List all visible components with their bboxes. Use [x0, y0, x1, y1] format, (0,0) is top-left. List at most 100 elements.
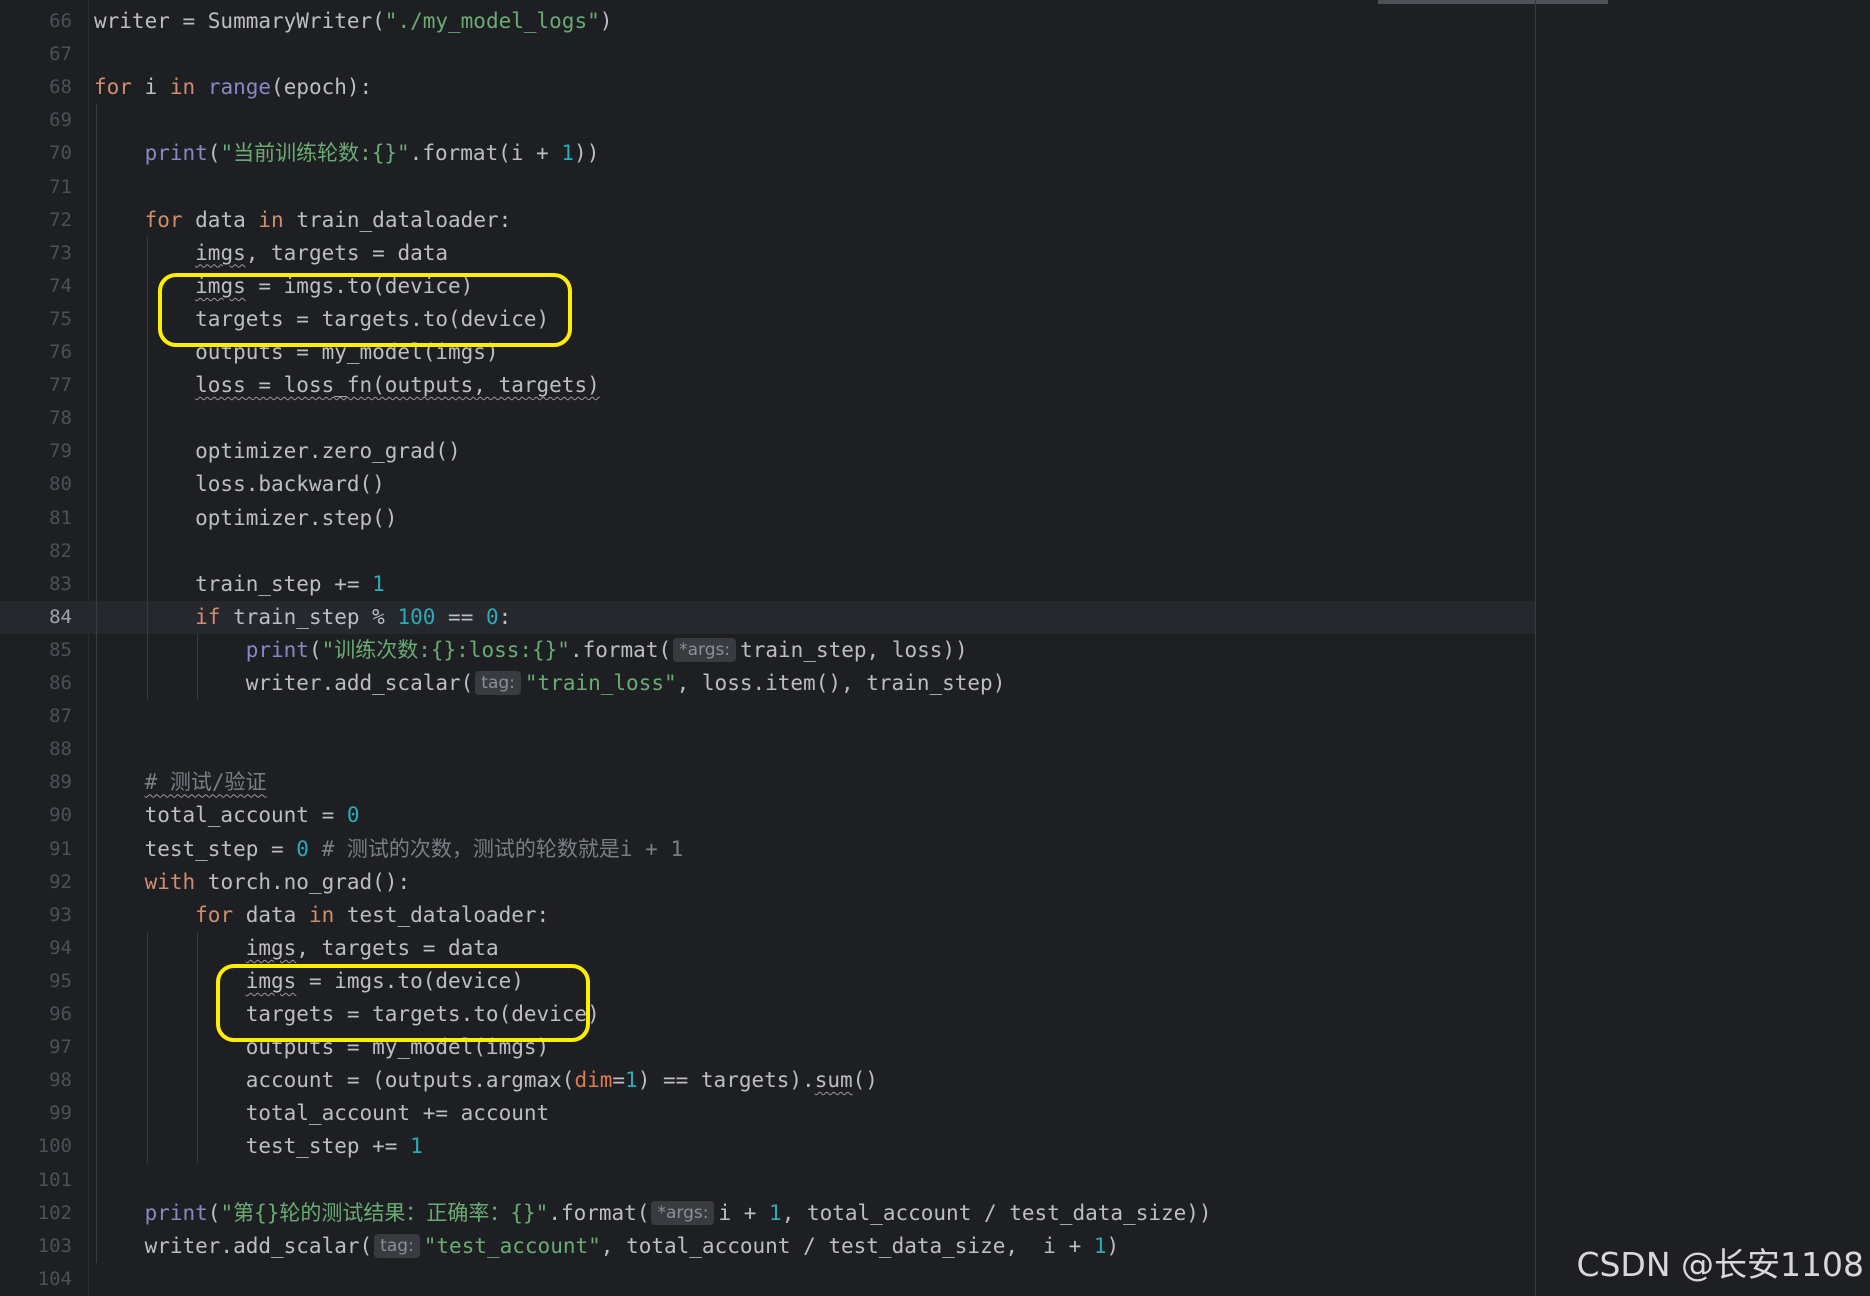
code-token: train_step % [220, 604, 398, 629]
code-token: outputs = my_model(imgs) [94, 340, 499, 364]
code-token: "./my_model_logs" [384, 9, 600, 33]
code-line[interactable]: targets = targets.to(device) [94, 303, 549, 336]
code-token: ) == targets). [637, 1068, 815, 1093]
line-number: 72 [49, 208, 72, 231]
indent-guide-line [146, 931, 148, 1164]
line-number: 102 [37, 1201, 72, 1224]
code-line[interactable]: test_step += 1 [94, 1130, 423, 1163]
code-token: for [94, 75, 132, 100]
code-token: 1 [1093, 1233, 1107, 1258]
line-number: 93 [49, 903, 72, 926]
code-line[interactable]: train_step += 1 [94, 568, 385, 601]
code-line[interactable]: loss.backward() [94, 468, 385, 501]
code-line[interactable]: targets = targets.to(device) [94, 998, 600, 1031]
code-editor[interactable]: 66 67 68 69 70 71 72 73 74 75 76 77 78 79 80 81 82 83 84 85… [0, 0, 1870, 1296]
code-token: print [245, 637, 309, 662]
code-line[interactable]: print("当前训练轮数:{}".format(i + 1)) [94, 137, 600, 170]
line-number: 104 [37, 1267, 72, 1290]
line-number: 92 [49, 870, 72, 893]
code-token: targets = targets.to(device) [94, 306, 550, 331]
line-number: 78 [49, 407, 72, 430]
code-line[interactable]: with torch.no_grad(): [94, 866, 411, 899]
line-number: 84 [49, 605, 72, 628]
code-token: writer.add_scalar( [94, 1233, 373, 1258]
code-line[interactable]: outputs = my_model(imgs) [94, 336, 499, 369]
code-token: ( [308, 637, 322, 662]
line-number: 68 [49, 76, 72, 99]
code-token: "train_loss" [524, 671, 677, 695]
code-line[interactable]: # 测试/验证 [94, 766, 267, 799]
code-line[interactable]: account = (outputs.argmax(dim=1) == targ… [94, 1064, 878, 1097]
code-line[interactable]: loss = loss_fn(outputs, targets) [94, 369, 600, 402]
code-token: , total_account / test_data_size)) [781, 1200, 1212, 1225]
code-line[interactable]: test_step = 0 # 测试的次数，测试的轮数就是i + 1 [94, 833, 684, 866]
line-number: 67 [49, 43, 72, 66]
code-line[interactable]: total_account = 0 [94, 799, 360, 832]
code-token: , targets = data [245, 240, 449, 265]
code-token: optimizer.step() [94, 505, 398, 530]
code-token: ) [1106, 1233, 1120, 1258]
code-token: = imgs.to(device) [296, 968, 524, 993]
line-number: 83 [49, 572, 72, 595]
code-line[interactable]: optimizer.zero_grad() [94, 435, 461, 468]
code-line[interactable]: outputs = my_model(imgs) [94, 1031, 549, 1064]
code-line[interactable]: for i in range(epoch): [94, 71, 372, 104]
parameter-hint: tag: [374, 1233, 420, 1258]
code-token: in [308, 902, 335, 927]
code-line[interactable]: print("第{}轮的测试结果：正确率：{}".format(*args: i … [94, 1197, 1212, 1230]
line-number: 91 [49, 837, 72, 860]
code-token: 0 [346, 803, 360, 828]
code-token: "训练次数:{}:loss:{}" [321, 637, 570, 662]
code-line[interactable]: writer = SummaryWriter("./my_model_logs"… [94, 5, 612, 38]
code-line[interactable]: writer.add_scalar(tag: "train_loss", loss… [94, 667, 1005, 700]
line-number: 90 [49, 804, 72, 827]
code-token: writer.add_scalar( [94, 671, 474, 695]
code-line[interactable]: imgs = imgs.to(device) [94, 270, 473, 303]
line-number: 73 [49, 241, 72, 264]
code-token: # 测试/验证 [144, 770, 267, 795]
code-token: total_account += account [94, 1101, 550, 1126]
line-number: 88 [49, 738, 72, 761]
code-line[interactable]: imgs = imgs.to(device) [94, 965, 524, 998]
indent-guide-line [197, 931, 199, 1164]
horizontal-scrollbar-thumb[interactable] [1378, 0, 1608, 4]
code-line[interactable]: if train_step % 100 == 0: [94, 601, 511, 634]
code-line[interactable]: total_account += account [94, 1097, 549, 1130]
code-token: = [612, 1068, 626, 1093]
code-token: , targets = data [296, 935, 499, 960]
code-token: (epoch): [271, 75, 373, 100]
code-token: writer = SummaryWriter( [94, 9, 385, 33]
code-token: () [852, 1068, 878, 1093]
code-line[interactable]: print("训练次数:{}:loss:{}".format(*args: tra… [94, 634, 968, 667]
code-line[interactable]: optimizer.step() [94, 502, 397, 535]
code-token: print [144, 141, 208, 166]
code-token: in [258, 207, 284, 232]
code-token: imgs [195, 273, 246, 298]
code-token: .format(i + [409, 141, 562, 166]
code-token: 1 [372, 571, 385, 596]
line-number: 66 [49, 10, 72, 32]
code-line[interactable]: imgs, targets = data [94, 932, 499, 965]
gutter-separator [88, 0, 89, 1296]
line-number: 94 [49, 936, 72, 959]
code-line[interactable]: for data in train_dataloader: [94, 204, 512, 237]
line-number: 97 [49, 1036, 72, 1059]
code-token: if [195, 604, 221, 629]
line-number: 85 [49, 638, 72, 661]
code-token: 1 [625, 1068, 638, 1093]
code-token: i [131, 75, 170, 100]
code-token: print [144, 1200, 208, 1225]
code-line[interactable]: for data in test_dataloader: [94, 899, 549, 932]
code-line[interactable]: writer.add_scalar(tag: "test_account", to… [94, 1230, 1119, 1263]
line-number: 95 [49, 969, 72, 992]
code-token: total_account = [94, 803, 347, 828]
line-number: 101 [37, 1168, 72, 1191]
